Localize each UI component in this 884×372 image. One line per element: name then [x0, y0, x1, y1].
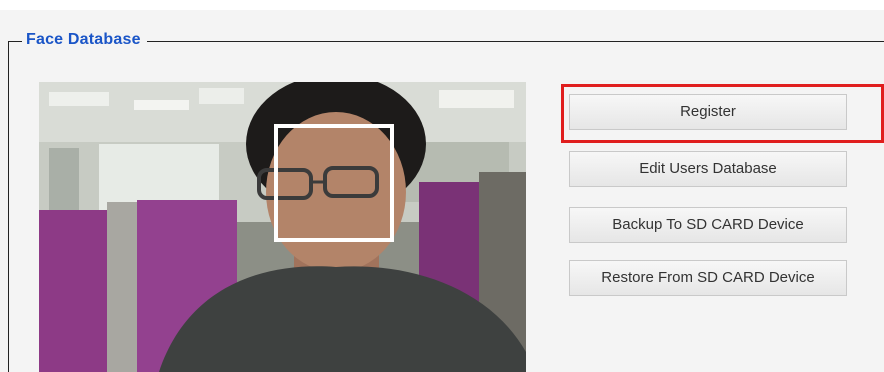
- restore-from-sd-card-button[interactable]: Restore From SD CARD Device: [569, 260, 847, 296]
- top-strip: [0, 0, 884, 10]
- fieldset-legend: Face Database: [22, 30, 147, 50]
- face-detection-box: [274, 124, 394, 242]
- edit-users-database-button[interactable]: Edit Users Database: [569, 151, 847, 187]
- face-database-page: Face Database Register Edit Users Databa…: [0, 0, 884, 372]
- camera-preview: [39, 82, 526, 372]
- register-button[interactable]: Register: [569, 94, 847, 130]
- fieldset-border-left: [8, 41, 9, 372]
- backup-to-sd-card-button[interactable]: Backup To SD CARD Device: [569, 207, 847, 243]
